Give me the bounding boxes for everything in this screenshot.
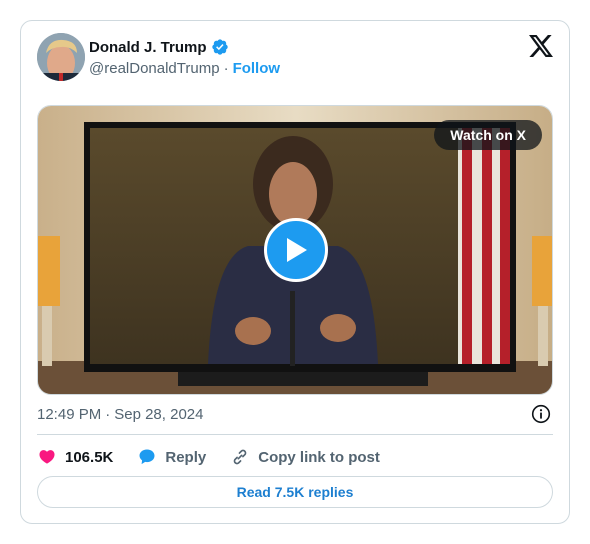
verified-badge-icon — [211, 38, 229, 56]
tweet-time: 12:49 PM — [37, 406, 102, 423]
author-handle[interactable]: @realDonaldTrump — [89, 60, 220, 77]
heart-icon — [39, 450, 55, 464]
x-logo-icon[interactable] — [529, 35, 553, 57]
tweet-card[interactable]: Donald J. Trump @realDonaldTrump · Follo… — [20, 20, 570, 524]
author-name[interactable]: Donald J. Trump — [89, 39, 207, 56]
author-handle-row: @realDonaldTrump · Follow — [89, 60, 280, 77]
reply-label: Reply — [165, 448, 207, 466]
play-icon — [287, 238, 307, 262]
like-button[interactable]: 106.5K — [37, 447, 113, 467]
follow-button[interactable]: Follow — [233, 60, 281, 77]
reply-bubble-icon — [139, 449, 155, 465]
info-icon[interactable] — [531, 404, 551, 424]
separator-dot: · — [223, 60, 229, 77]
read-replies-button[interactable]: Read 7.5K replies — [37, 476, 553, 508]
link-icon — [233, 449, 247, 465]
video-player[interactable]: Watch on X — [37, 105, 553, 395]
divider — [37, 434, 553, 435]
tweet-timestamp[interactable]: 12:49 PM · Sep 28, 2024 — [37, 406, 203, 423]
watch-on-x-button[interactable]: Watch on X — [434, 120, 542, 150]
avatar[interactable] — [37, 33, 85, 81]
action-bar: 106.5K Reply Copy link to post — [37, 446, 404, 468]
like-count: 106.5K — [65, 448, 114, 466]
author-name-row[interactable]: Donald J. Trump — [89, 38, 229, 56]
copy-link-label: Copy link to post — [258, 448, 380, 466]
reply-button[interactable]: Reply — [137, 447, 206, 467]
play-button[interactable] — [264, 218, 328, 282]
copy-link-button[interactable]: Copy link to post — [230, 447, 380, 467]
tweet-date: Sep 28, 2024 — [114, 406, 204, 423]
separator-dot: · — [105, 406, 111, 423]
